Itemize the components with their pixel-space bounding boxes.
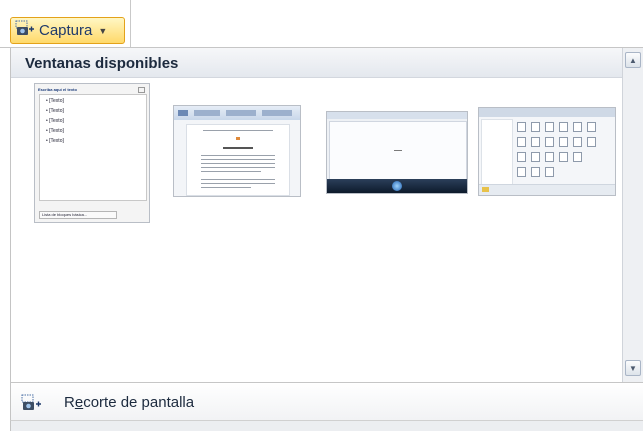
file-icon <box>517 167 526 177</box>
file-icon <box>517 122 526 132</box>
ribbon-area: Captura ▼ <box>0 0 643 48</box>
list-item: • [Texto] <box>46 128 64 134</box>
text-line-preview <box>203 130 273 131</box>
text-line-preview <box>201 167 275 168</box>
menu-bottom-edge <box>10 420 643 431</box>
vertical-scrollbar[interactable]: ▲ ▼ <box>622 48 643 382</box>
window-thumbnail-word-document[interactable] <box>173 105 301 197</box>
screen-clipping-label-end: corte de pantalla <box>83 394 195 411</box>
list-item-text: [Texto] <box>49 98 64 104</box>
text-pane-footer: Lista de bloques básica... <box>39 211 117 219</box>
text-line-preview <box>201 183 275 184</box>
window-titlebar-preview <box>479 108 615 117</box>
file-icon <box>531 122 540 132</box>
screen-clipping-icon <box>21 394 43 417</box>
ribbon-divider <box>130 0 131 48</box>
document-page-preview <box>186 124 290 196</box>
capture-button[interactable]: Captura ▼ <box>10 17 125 44</box>
ribbon-preview-block <box>194 110 220 116</box>
screen-clipping-access-key: e <box>74 394 84 411</box>
file-icon <box>573 152 582 162</box>
file-icon <box>531 152 540 162</box>
text-line-preview <box>201 163 275 164</box>
file-icon <box>545 152 554 162</box>
file-icon <box>545 167 554 177</box>
capture-label: Captura <box>39 22 93 39</box>
ribbon-preview-block <box>226 110 256 116</box>
status-bar-preview <box>479 184 615 195</box>
panel-header: Ventanas disponibles <box>11 48 623 78</box>
folder-icon <box>482 187 489 192</box>
file-icon <box>559 152 568 162</box>
caret-down-icon: ▼ <box>98 25 108 36</box>
file-icon <box>531 137 540 147</box>
list-item: • [Texto] <box>46 138 64 144</box>
text-line-preview <box>201 187 251 188</box>
list-item-text: [Texto] <box>49 118 64 124</box>
play-orb-icon <box>392 181 402 191</box>
list-item: • [Texto] <box>46 108 64 114</box>
list-item-text: [Texto] <box>49 108 64 114</box>
window-thumbnail-media-window[interactable] <box>326 111 468 194</box>
file-icon <box>545 122 554 132</box>
scroll-up-icon[interactable]: ▲ <box>625 52 641 68</box>
text-line-preview <box>201 171 261 172</box>
file-icon <box>587 122 596 132</box>
text-line-preview <box>201 155 275 156</box>
screenshot-camera-icon <box>15 20 35 41</box>
window-thumbnail-explorer-window[interactable] <box>478 107 616 196</box>
ribbon-preview <box>174 106 300 120</box>
close-icon <box>138 87 145 93</box>
list-item: • [Texto] <box>46 118 64 124</box>
file-icon <box>559 137 568 147</box>
heading-line-preview <box>223 147 253 149</box>
ribbon-preview-block <box>178 110 188 116</box>
ribbon-preview-block <box>262 110 292 116</box>
file-icon <box>587 137 596 147</box>
list-item-text: [Texto] <box>49 138 64 144</box>
file-icon <box>573 137 582 147</box>
text-pane-list: • [Texto] • [Texto] • [Texto] • [Texto] … <box>39 94 147 201</box>
navigation-pane-preview <box>481 119 513 185</box>
available-windows-panel: Ventanas disponibles Escriba aquí el tex… <box>10 48 643 382</box>
screen-clipping-menu-item[interactable]: Recorte de pantalla <box>10 382 643 422</box>
window-thumbnail-text-pane[interactable]: Escriba aquí el texto • [Texto] • [Texto… <box>34 83 150 223</box>
file-icon <box>517 152 526 162</box>
player-controls-preview <box>327 179 467 193</box>
window-titlebar-preview <box>327 112 467 119</box>
text-line-preview <box>201 179 275 180</box>
window-content-preview <box>329 121 467 180</box>
screen-clipping-label: Recorte de pantalla <box>64 394 194 411</box>
list-item: • [Texto] <box>46 98 64 104</box>
text-pane-header: Escriba aquí el texto <box>38 87 77 92</box>
file-icon <box>559 122 568 132</box>
panel-title: Ventanas disponibles <box>25 55 179 72</box>
screen-clipping-label-start: R <box>64 394 75 411</box>
file-icon <box>573 122 582 132</box>
text-line-preview <box>201 159 275 160</box>
document-image-preview <box>236 137 240 140</box>
file-icon <box>531 167 540 177</box>
file-icon <box>517 137 526 147</box>
content-mark-preview <box>394 150 402 151</box>
list-item-text: [Texto] <box>49 128 64 134</box>
file-icon <box>545 137 554 147</box>
scroll-down-icon[interactable]: ▼ <box>625 360 641 376</box>
